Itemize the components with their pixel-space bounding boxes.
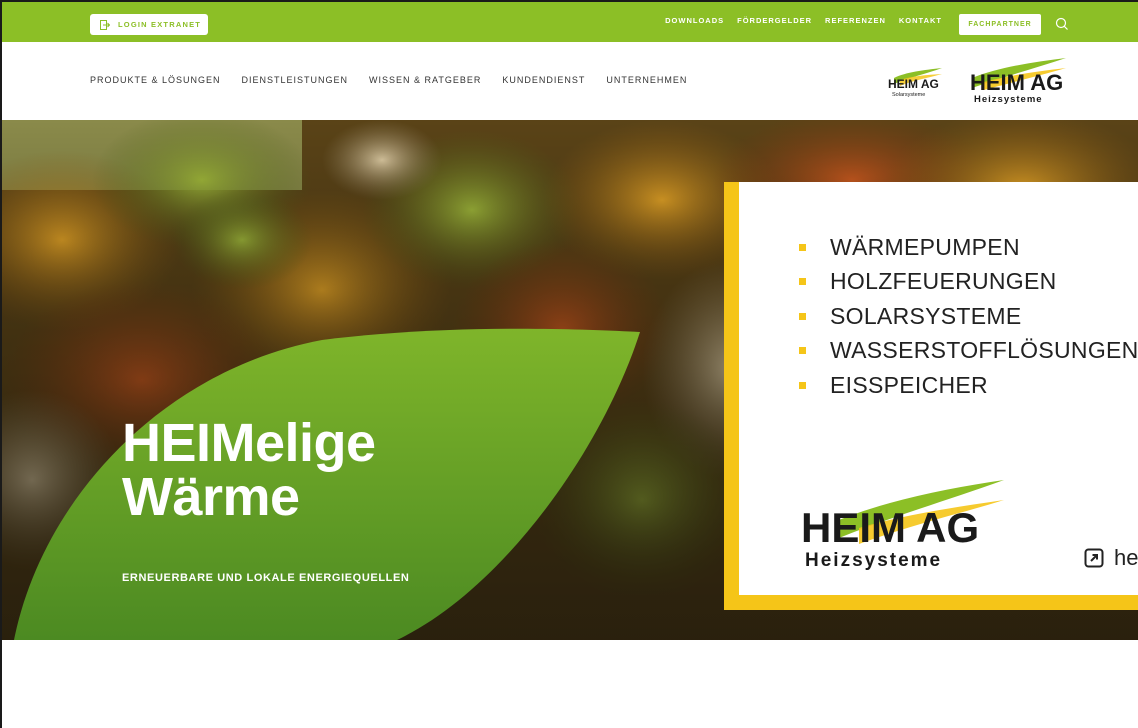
browser-page: LOGIN EXTRANET DOWNLOADS FÖRDERGELDER RE… <box>0 0 1138 728</box>
website-link-text: heim-ag.ch <box>1114 545 1138 570</box>
main-navigation: PRODUKTE & LÖSUNGEN DIENSTLEISTUNGEN WIS… <box>2 42 1138 120</box>
bullet-icon <box>799 347 806 355</box>
login-extranet-button[interactable]: LOGIN EXTRANET <box>90 14 208 35</box>
hero-title-line1: HEIMelige <box>122 413 376 473</box>
logo-heiz-line1: HEIM AG <box>970 70 1063 95</box>
product-item-waermepumpen[interactable]: WÄRMEPUMPEN <box>799 230 1138 265</box>
product-label: EISSPEICHER <box>830 371 988 398</box>
link-referenzen[interactable]: REFERENZEN <box>825 16 886 25</box>
link-kontakt[interactable]: KONTAKT <box>899 16 942 25</box>
fachpartner-button[interactable]: FACHPARTNER <box>959 14 1041 35</box>
nav-links: PRODUKTE & LÖSUNGEN DIENSTLEISTUNGEN WIS… <box>90 75 687 85</box>
hero-title-line2: Wärme <box>122 467 300 527</box>
product-label: SOLARSYSTEME <box>830 302 1022 329</box>
bullet-icon <box>799 243 806 251</box>
login-extranet-label: LOGIN EXTRANET <box>118 20 202 29</box>
logo-solar-line1: HEIM AG <box>888 77 939 91</box>
page-body-area <box>2 640 1138 728</box>
nav-item-unternehmen[interactable]: UNTERNEHMEN <box>606 75 687 85</box>
product-label: WASSERSTOFFLÖSUNGEN <box>830 337 1138 364</box>
heim-heizsysteme-logo[interactable]: HEIM AG Heizsysteme <box>962 56 1072 106</box>
nav-item-wissen[interactable]: WISSEN & RATGEBER <box>369 75 481 85</box>
card-logo-line1: HEIM AG <box>801 504 979 551</box>
product-item-eisspeicher[interactable]: EISSPEICHER <box>799 368 1138 403</box>
logo-heiz-line2: Heizsysteme <box>974 94 1043 105</box>
hero-banner: HEIMelige Wärme ERNEUERBARE UND LOKALE E… <box>2 120 1138 640</box>
card-heim-logo: HEIM AG Heizsysteme <box>801 480 1004 571</box>
bullet-icon <box>799 278 806 286</box>
bullet-icon <box>799 312 806 320</box>
utility-links: DOWNLOADS FÖRDERGELDER REFERENZEN KONTAK… <box>665 16 942 25</box>
search-icon[interactable] <box>1055 17 1069 31</box>
link-foerdergelder[interactable]: FÖRDERGELDER <box>737 16 812 25</box>
card-logo-line2: Heizsysteme <box>805 550 942 571</box>
nav-item-dienstleistungen[interactable]: DIENSTLEISTUNGEN <box>242 75 349 85</box>
product-card: WÄRMEPUMPEN HOLZFEUERUNGEN SOLARSYSTEME … <box>724 182 1138 610</box>
login-icon <box>100 19 110 30</box>
product-item-wasserstoff[interactable]: WASSERSTOFFLÖSUNGEN <box>799 334 1138 369</box>
hero-subtitle: ERNEUERBARE UND LOKALE ENERGIEQUELLEN <box>122 572 410 584</box>
product-item-solarsysteme[interactable]: SOLARSYSTEME <box>799 299 1138 334</box>
logo-solar-line2: Solarsysteme <box>892 92 925 98</box>
top-utility-bar: LOGIN EXTRANET DOWNLOADS FÖRDERGELDER RE… <box>2 2 1138 42</box>
external-link-icon <box>1084 548 1104 568</box>
hero-title: HEIMelige Wärme <box>122 416 376 524</box>
website-link[interactable]: heim-ag.ch <box>1084 545 1138 571</box>
product-label: WÄRMEPUMPEN <box>830 233 1020 260</box>
bullet-icon <box>799 381 806 389</box>
product-label: HOLZFEUERUNGEN <box>830 268 1057 295</box>
heim-solarsysteme-logo[interactable]: HEIM AG Solarsysteme <box>886 64 946 100</box>
link-downloads[interactable]: DOWNLOADS <box>665 16 724 25</box>
product-list: WÄRMEPUMPEN HOLZFEUERUNGEN SOLARSYSTEME … <box>799 230 1138 403</box>
product-item-holzfeuerungen[interactable]: HOLZFEUERUNGEN <box>799 265 1138 300</box>
nav-item-produkte[interactable]: PRODUKTE & LÖSUNGEN <box>90 75 221 85</box>
nav-item-kundendienst[interactable]: KUNDENDIENST <box>502 75 585 85</box>
fachpartner-label: FACHPARTNER <box>968 21 1032 28</box>
